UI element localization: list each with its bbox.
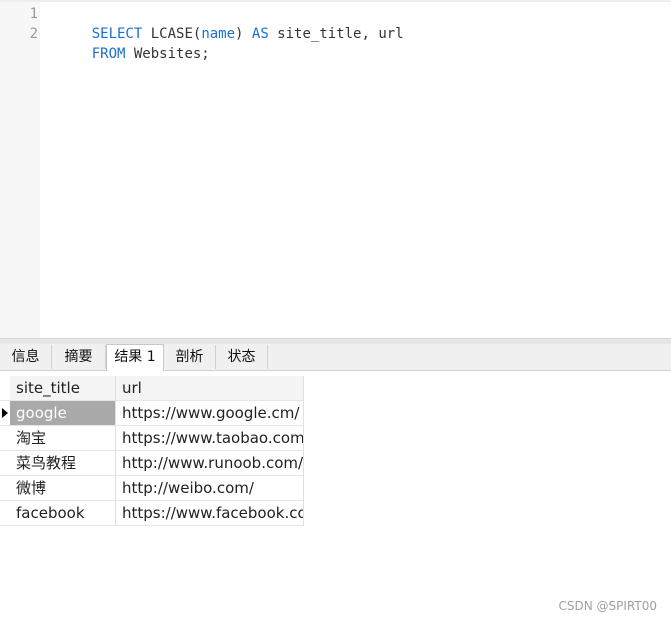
sql-text: Websites; — [125, 46, 210, 62]
sql-keyword: AS — [251, 26, 269, 42]
row-indicator[interactable] — [0, 426, 10, 451]
cell-url[interactable]: http://weibo.com/ — [116, 476, 304, 501]
sql-keyword: FROM — [91, 46, 126, 62]
result-tabs: 信息 摘要 结果 1 剖析 状态 — [0, 344, 671, 371]
code-line-2: FROM Websites; — [58, 24, 210, 84]
row-indicator — [0, 376, 10, 401]
tab-summary[interactable]: 摘要 — [52, 345, 106, 369]
tab-result-1[interactable]: 结果 1 — [106, 344, 164, 371]
line-number-gutter: 1 2 — [0, 2, 40, 338]
sql-text: site_title, url — [268, 26, 404, 42]
line-number: 1 — [29, 6, 38, 22]
column-header-url[interactable]: url — [116, 376, 304, 401]
cell-url[interactable]: http://www.runoob.com/ — [116, 451, 304, 476]
sql-text: ) — [235, 26, 252, 42]
row-indicator[interactable] — [0, 476, 10, 501]
tab-profile[interactable]: 剖析 — [164, 345, 216, 369]
cell-url[interactable]: https://www.google.cm/ — [116, 401, 304, 426]
tab-status[interactable]: 状态 — [216, 345, 268, 369]
cell-url[interactable]: https://www.taobao.com/ — [116, 426, 304, 451]
column-header-site-title[interactable]: site_title — [10, 376, 116, 401]
row-indicator[interactable] — [0, 501, 10, 526]
cell-site-title[interactable]: facebook — [10, 501, 116, 526]
cell-url[interactable]: https://www.facebook.com/ — [116, 501, 304, 526]
line-number: 2 — [29, 26, 38, 42]
cell-site-title[interactable]: google — [10, 401, 116, 426]
current-row-arrow-icon — [2, 408, 8, 418]
sql-editor[interactable]: 1 2 SELECT LCASE(name) AS site_title, ur… — [0, 2, 671, 338]
row-indicator[interactable] — [0, 451, 10, 476]
cell-site-title[interactable]: 微博 — [10, 476, 116, 501]
tab-info[interactable]: 信息 — [0, 345, 52, 369]
cell-site-title[interactable]: 淘宝 — [10, 426, 116, 451]
watermark: CSDN @SPIRT00 — [558, 599, 657, 613]
cell-site-title[interactable]: 菜鸟教程 — [10, 451, 116, 476]
row-indicator[interactable] — [0, 401, 10, 426]
